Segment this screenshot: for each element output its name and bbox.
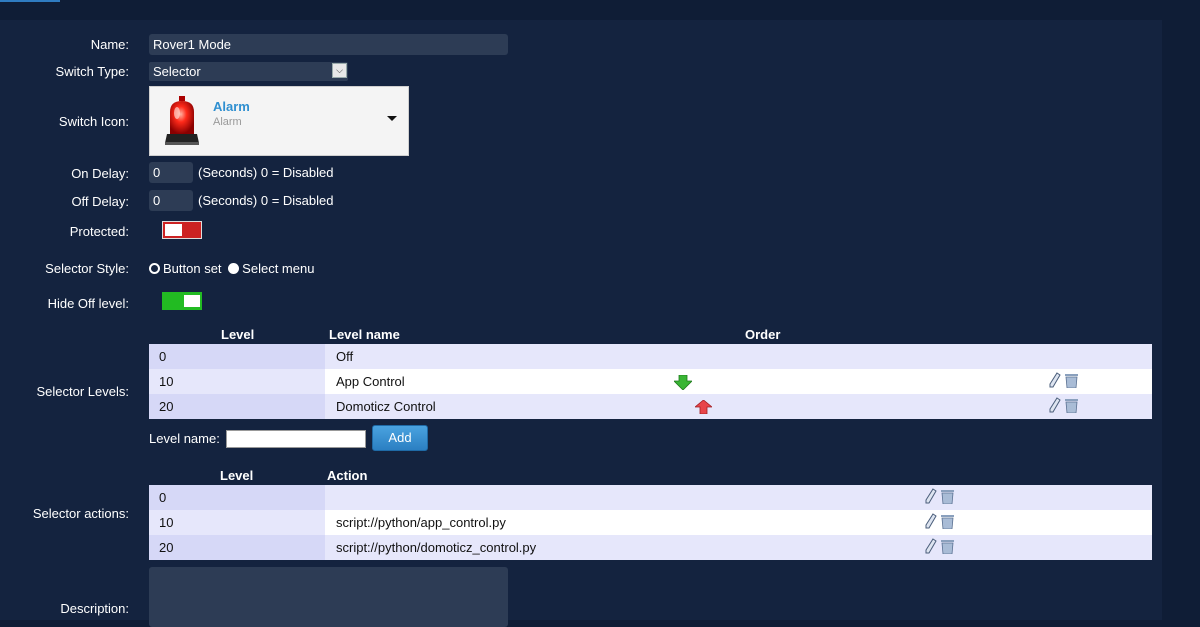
table-row[interactable]: 10 script://python/app_control.py xyxy=(149,510,1152,535)
level-name-label: Level name: xyxy=(149,431,220,446)
action-cell: script://python/domoticz_control.py xyxy=(325,535,896,560)
actions-header-level: Level xyxy=(220,468,254,483)
table-row[interactable]: 10 App Control xyxy=(149,369,1152,394)
action-cell xyxy=(325,485,896,510)
trash-icon[interactable] xyxy=(940,514,954,530)
switch-icon-label: Switch Icon: xyxy=(58,114,129,129)
alarm-siren-icon xyxy=(165,96,199,145)
description-textarea[interactable] xyxy=(149,567,508,627)
radio-label-select-menu: Select menu xyxy=(242,261,315,276)
name-input[interactable] xyxy=(149,34,508,55)
red-arrow-up-icon[interactable] xyxy=(693,399,714,415)
trash-icon[interactable] xyxy=(1064,398,1078,414)
radio-label-button-set: Button set xyxy=(163,261,222,276)
levels-table: 0 Off 10 App Control 20 Domoticz Control xyxy=(149,344,1152,419)
order-cell xyxy=(636,344,896,369)
off-delay-input[interactable] xyxy=(149,190,193,211)
pencil-icon[interactable] xyxy=(925,513,937,529)
trash-icon[interactable] xyxy=(1064,373,1078,389)
protected-toggle[interactable] xyxy=(162,221,202,239)
actions-cell xyxy=(896,510,1152,535)
level-name-cell: Domoticz Control xyxy=(325,394,636,419)
trash-icon[interactable] xyxy=(940,539,954,555)
actions-cell xyxy=(896,485,1152,510)
selector-style-label: Selector Style: xyxy=(45,261,129,276)
name-label: Name: xyxy=(90,37,129,52)
actions-cell xyxy=(896,369,1152,394)
on-delay-hint: (Seconds) 0 = Disabled xyxy=(198,165,334,180)
switch-type-select[interactable]: Selector ⌵ xyxy=(149,62,348,81)
row-action-icons xyxy=(1049,397,1078,416)
order-cell xyxy=(636,394,896,419)
trash-icon[interactable] xyxy=(940,489,954,505)
action-level-cell: 20 xyxy=(149,535,325,560)
caret-down-icon[interactable] xyxy=(387,116,397,121)
levels-header-order: Order xyxy=(745,327,781,342)
actions-cell xyxy=(896,344,1152,369)
switch-type-value: Selector xyxy=(153,64,201,79)
levels-header-level: Level xyxy=(221,327,255,342)
selector-style-options: Button set Select menu xyxy=(149,261,314,276)
icon-title: Alarm xyxy=(213,99,250,114)
green-arrow-down-icon[interactable] xyxy=(673,374,693,391)
actions-cell xyxy=(896,535,1152,560)
pencil-icon[interactable] xyxy=(925,488,937,504)
off-delay-hint: (Seconds) 0 = Disabled xyxy=(198,193,334,208)
selector-actions-label: Selector actions: xyxy=(32,506,129,521)
actions-cell xyxy=(896,394,1152,419)
toggle-knob xyxy=(165,224,182,236)
on-delay-label: On Delay: xyxy=(71,166,129,181)
level-name-cell: Off xyxy=(325,344,636,369)
level-name-input[interactable] xyxy=(226,430,366,448)
switch-type-label: Switch Type: xyxy=(55,64,129,79)
table-row[interactable]: 0 xyxy=(149,485,1152,510)
on-delay-input[interactable] xyxy=(149,162,193,183)
pencil-icon[interactable] xyxy=(1049,397,1061,413)
chevron-down-icon[interactable]: ⌵ xyxy=(332,63,347,78)
hide-off-toggle[interactable] xyxy=(162,292,202,310)
action-level-cell: 0 xyxy=(149,485,325,510)
action-level-cell: 10 xyxy=(149,510,325,535)
pencil-icon[interactable] xyxy=(925,538,937,554)
actions-header-action: Action xyxy=(327,468,368,483)
description-label: Description: xyxy=(60,601,129,616)
row-action-icons xyxy=(925,513,954,532)
radio-button-set[interactable] xyxy=(149,263,160,274)
add-level-button[interactable]: Add xyxy=(372,425,428,451)
row-action-icons xyxy=(925,488,954,507)
level-cell: 10 xyxy=(149,369,325,394)
level-cell: 20 xyxy=(149,394,325,419)
level-cell: 0 xyxy=(149,344,325,369)
order-cell xyxy=(636,369,896,394)
top-tab-indicator[interactable] xyxy=(0,0,60,2)
pencil-icon[interactable] xyxy=(1049,372,1061,388)
row-action-icons xyxy=(925,538,954,557)
selector-levels-label: Selector Levels: xyxy=(36,384,130,399)
table-row[interactable]: 20 script://python/domoticz_control.py xyxy=(149,535,1152,560)
radio-select-menu[interactable] xyxy=(228,263,240,274)
icon-subtitle: Alarm xyxy=(213,116,242,128)
protected-label: Protected: xyxy=(69,224,129,239)
hide-off-label: Hide Off level: xyxy=(47,296,129,311)
action-cell: script://python/app_control.py xyxy=(325,510,896,535)
levels-header-name: Level name xyxy=(329,327,400,342)
level-name-cell: App Control xyxy=(325,369,636,394)
row-action-icons xyxy=(1049,372,1078,391)
table-row[interactable]: 0 Off xyxy=(149,344,1152,369)
actions-table: 0 10 script://python/app_control.py 20 s… xyxy=(149,485,1152,560)
switch-icon-picker[interactable]: Alarm Alarm xyxy=(149,86,409,156)
table-row[interactable]: 20 Domoticz Control xyxy=(149,394,1152,419)
off-delay-label: Off Delay: xyxy=(71,194,129,209)
toggle-knob xyxy=(184,295,200,307)
